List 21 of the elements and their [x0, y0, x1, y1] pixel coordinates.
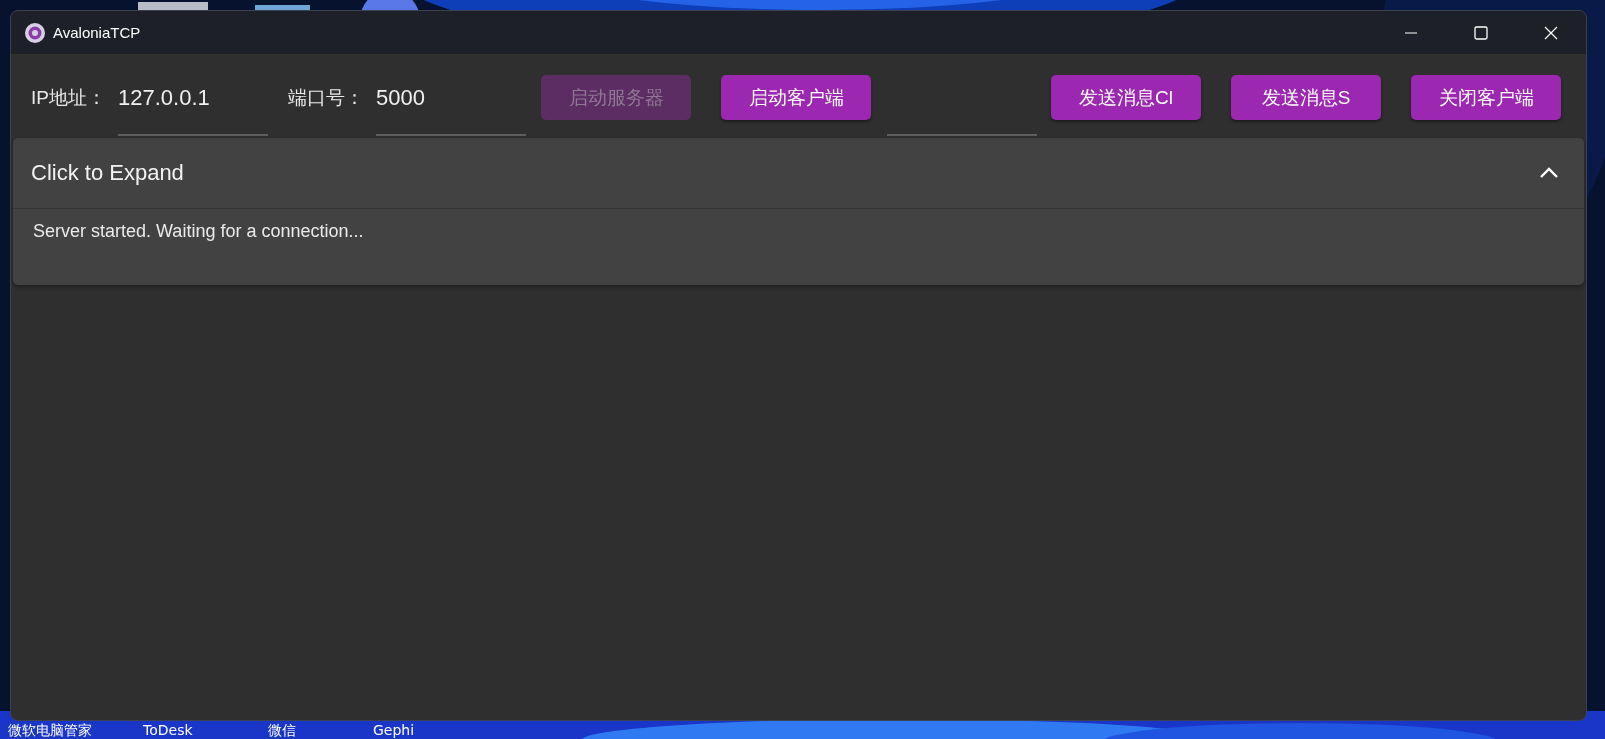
close-icon	[1543, 24, 1559, 41]
window-title: AvaloniaTCP	[53, 24, 141, 41]
chevron-icon[interactable]	[1539, 167, 1559, 179]
expander-header[interactable]: Click to Expand	[13, 138, 1584, 209]
action-button[interactable]: 启动客户端	[721, 75, 871, 120]
field-label: IP地址：	[31, 86, 107, 110]
desktop-icon-label[interactable]: Gephi	[373, 722, 415, 738]
maximize-icon	[1473, 24, 1489, 41]
input-field[interactable]: 5000	[376, 75, 526, 136]
input-field[interactable]: 127.0.0.1	[118, 75, 268, 136]
log-message: Server started. Waiting for a connection...	[33, 221, 364, 241]
desktop-icon-label[interactable]: 微软电脑管家	[8, 722, 92, 738]
desktop-icon-label[interactable]: 微信	[268, 722, 296, 738]
action-button[interactable]: 发送消息S	[1231, 75, 1381, 120]
desktop-icon-label[interactable]: ToDesk	[143, 722, 193, 738]
field-label: 端口号：	[288, 86, 365, 110]
action-button[interactable]: 发送消息Cl	[1051, 75, 1201, 120]
minimize-icon	[1405, 31, 1417, 34]
expander-title: Click to Expand	[31, 160, 184, 186]
app-logo-icon	[24, 21, 46, 44]
action-button[interactable]: 关闭客户端	[1411, 75, 1561, 120]
